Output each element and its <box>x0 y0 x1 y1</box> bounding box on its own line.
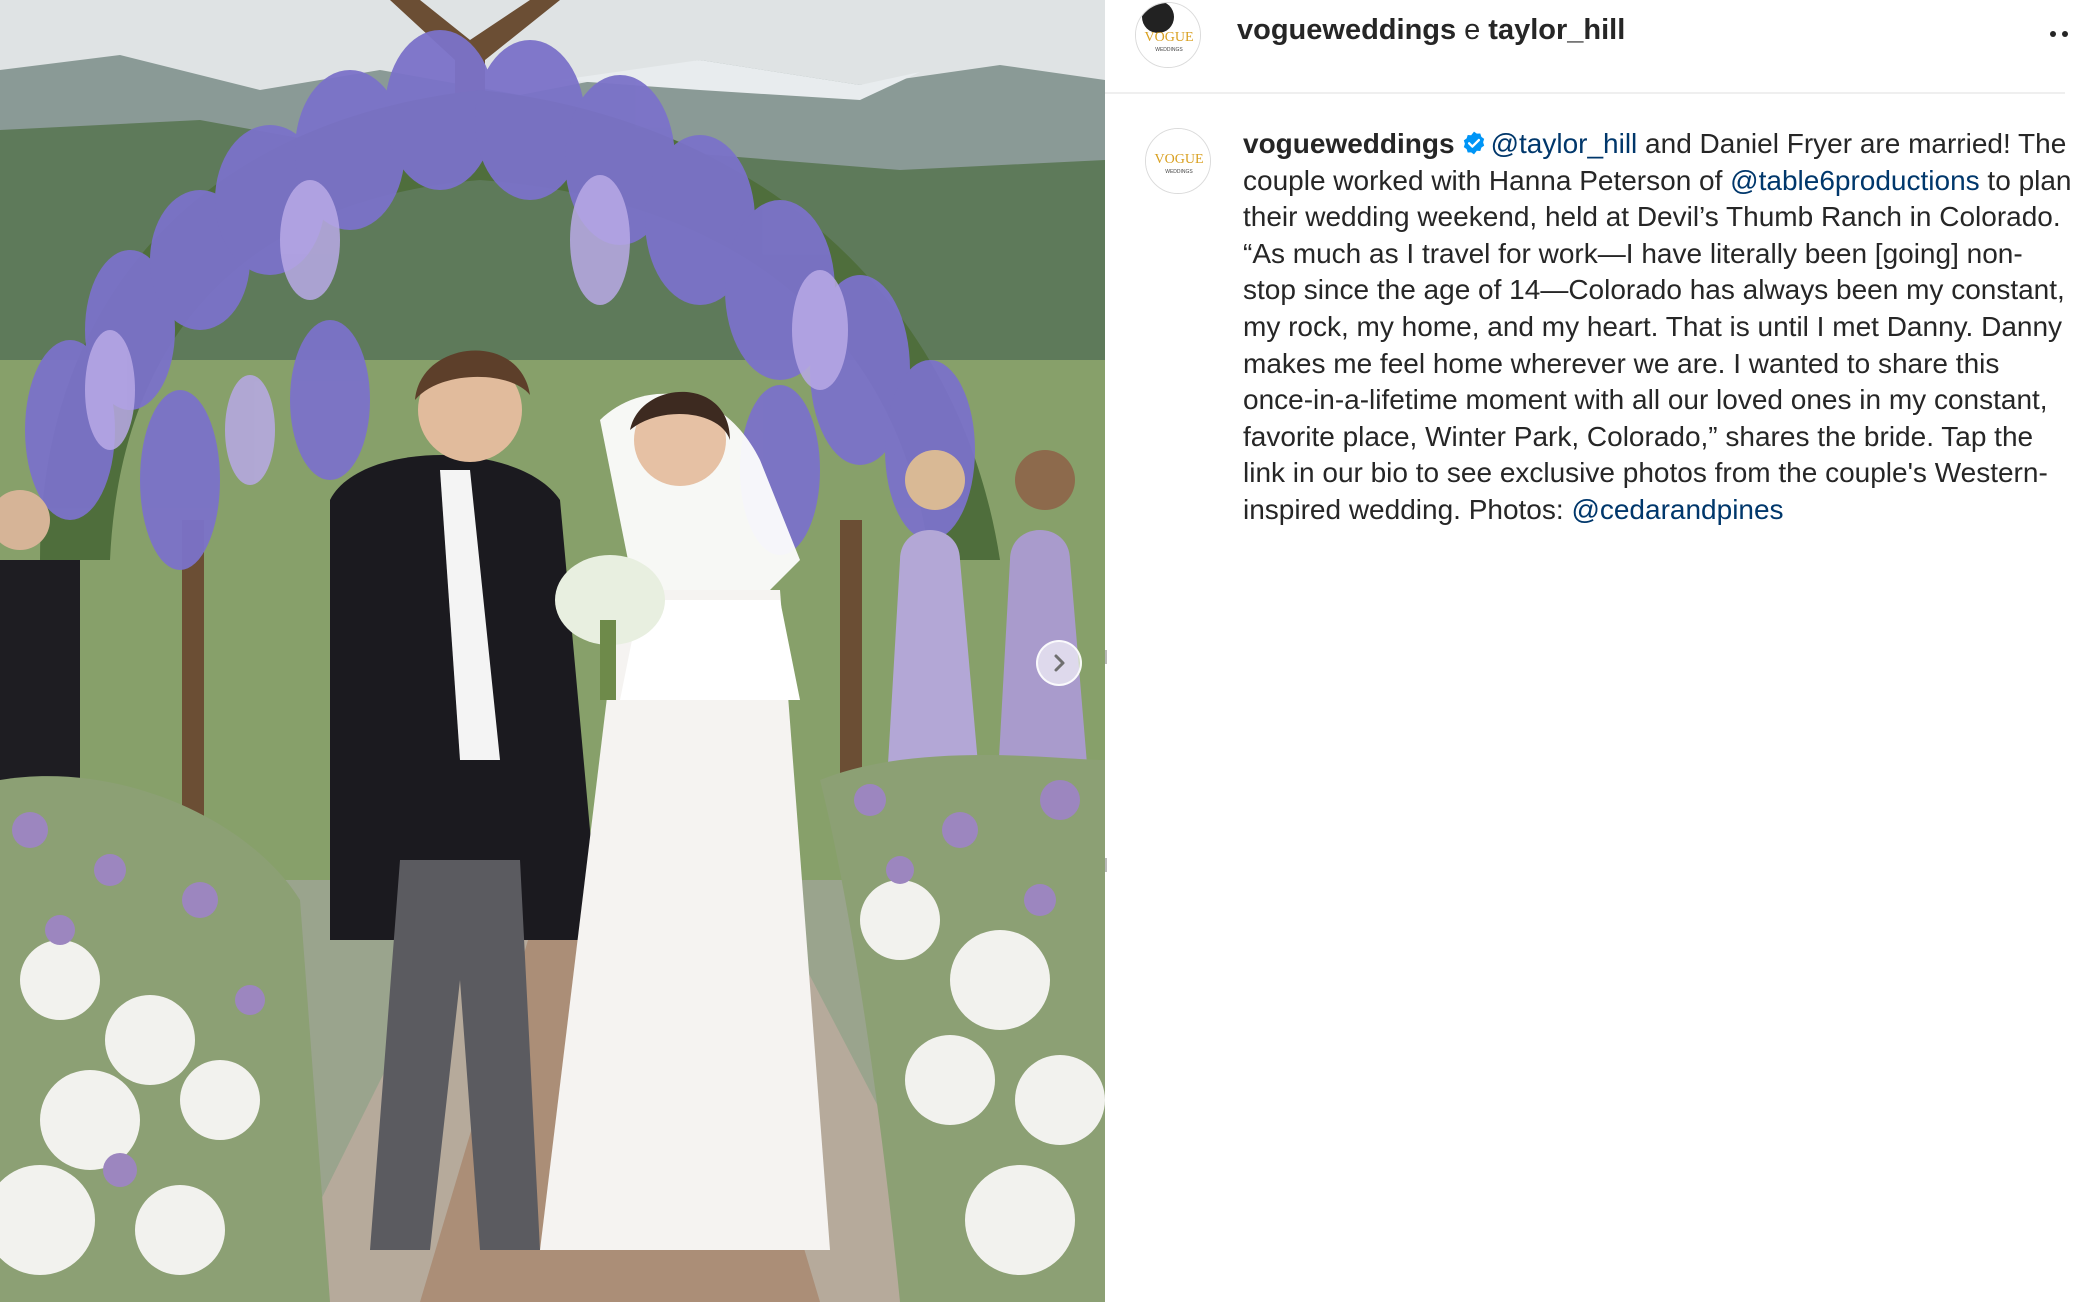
vogue-weddings-logo: VOGUE WEDDINGS <box>1146 129 1210 193</box>
more-horizontal-icon <box>2050 31 2068 37</box>
post-owners: vogueweddings e taylor_hill <box>1237 14 1625 47</box>
avatar-logo-subtext: WEDDINGS <box>1165 169 1193 175</box>
caption-mention-cedarandpines[interactable]: @cedarandpines <box>1571 494 1783 525</box>
post-header: VOGUE WEDDINGS vogueweddings e taylor_hill <box>1105 0 2068 94</box>
header-collaborator-link[interactable]: taylor_hill <box>1488 14 1625 46</box>
avatar-logo-text: VOGUE <box>1155 152 1204 167</box>
caption-text-2: to plan their wedding weekend, held at D… <box>1243 164 2072 525</box>
panel-edge-mark <box>1105 858 1107 872</box>
post-side-panel: VOGUE WEDDINGS vogueweddings e taylor_hill… <box>1105 0 2080 1302</box>
avatar-logo-text: VOGUE <box>1145 30 1194 45</box>
verified-badge-icon <box>1463 131 1484 155</box>
chevron-right-icon <box>1054 654 1065 672</box>
vogue-weddings-logo: VOGUE WEDDINGS <box>1136 3 1200 67</box>
account-avatar[interactable]: VOGUE WEDDINGS <box>1135 2 1201 68</box>
caption-username[interactable]: vogueweddings <box>1243 128 1455 159</box>
more-options-button[interactable] <box>2043 18 2071 48</box>
wedding-photo-illustration <box>0 0 1105 1302</box>
post-photo[interactable] <box>0 0 1105 1302</box>
header-separator: e <box>1464 14 1481 46</box>
post-caption: vogueweddings @taylor_hill and Daniel Fry… <box>1243 126 2073 529</box>
caption-avatar[interactable]: VOGUE WEDDINGS <box>1145 128 1211 194</box>
caption-mention-taylor-hill[interactable]: @taylor_hill <box>1491 128 1638 159</box>
panel-edge-mark <box>1105 650 1107 664</box>
caption-mention-table6productions[interactable]: @table6productions <box>1730 165 1979 196</box>
header-account-link[interactable]: vogueweddings <box>1237 14 1456 46</box>
next-photo-button[interactable] <box>1036 640 1082 686</box>
avatar-logo-subtext: WEDDINGS <box>1155 47 1183 53</box>
